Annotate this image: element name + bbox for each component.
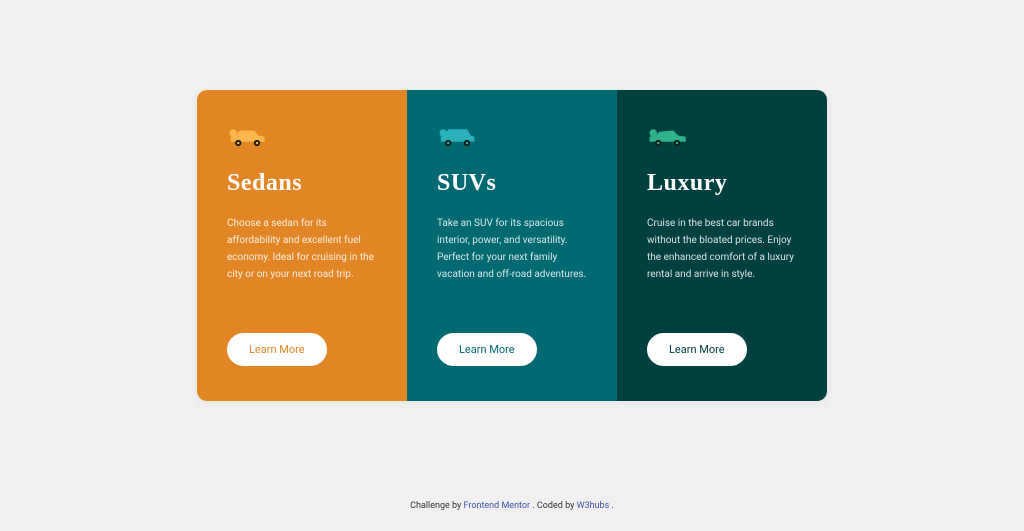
learn-more-sedans[interactable]: Learn More: [227, 333, 327, 366]
card-suvs: SUVs Take an SUV for its spacious interi…: [407, 90, 617, 401]
learn-more-suvs[interactable]: Learn More: [437, 333, 537, 366]
attribution: Challenge by Frontend Mentor . Coded by …: [410, 501, 614, 511]
sedan-icon: [227, 125, 267, 150]
card-sedans: Sedans Choose a sedan for its affordabil…: [197, 90, 407, 401]
card-text-suvs: Take an SUV for its spacious interior, p…: [437, 215, 587, 283]
card-container: Sedans Choose a sedan for its affordabil…: [197, 90, 827, 401]
luxury-icon: [647, 125, 687, 150]
card-title-sedans: Sedans: [227, 170, 377, 197]
card-text-luxury: Cruise in the best car brands without th…: [647, 215, 797, 283]
attribution-middle: . Coded by: [532, 501, 576, 511]
card-title-luxury: Luxury: [647, 170, 797, 197]
attribution-link-coder[interactable]: W3hubs: [577, 501, 610, 511]
suv-icon: [437, 125, 477, 150]
card-text-sedans: Choose a sedan for its affordability and…: [227, 215, 377, 283]
card-title-suvs: SUVs: [437, 170, 587, 197]
learn-more-luxury[interactable]: Learn More: [647, 333, 747, 366]
attribution-prefix: Challenge by: [410, 501, 463, 511]
attribution-link-mentor[interactable]: Frontend Mentor: [464, 501, 531, 511]
card-luxury: Luxury Cruise in the best car brands wit…: [617, 90, 827, 401]
attribution-suffix: .: [611, 501, 613, 511]
